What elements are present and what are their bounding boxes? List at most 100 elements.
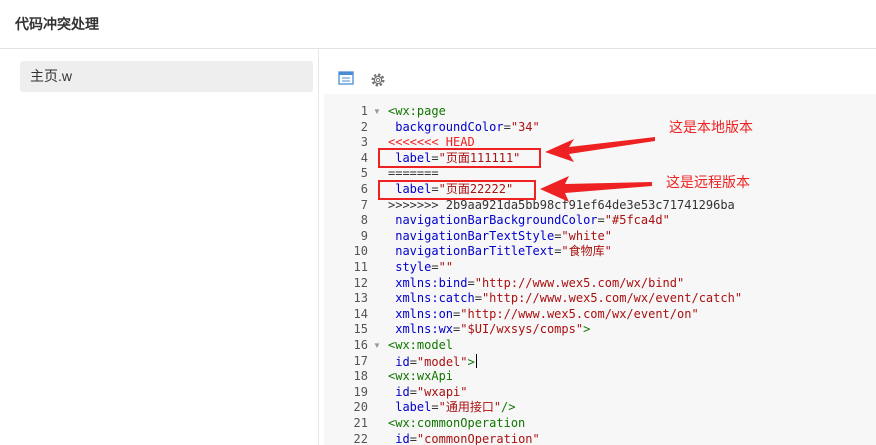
code-token: /> bbox=[501, 400, 516, 415]
code-token: "34" bbox=[510, 119, 540, 134]
code-line: 18 <wx:wxApi bbox=[324, 369, 876, 385]
code-token: > bbox=[583, 322, 591, 337]
code-text: id="wxapi" bbox=[388, 384, 467, 401]
code-token: label bbox=[395, 182, 432, 196]
code-token: > bbox=[467, 354, 475, 369]
code-token: = bbox=[431, 400, 439, 415]
code-line: 16 ▼ <wx:model bbox=[324, 338, 876, 354]
code-token: = bbox=[474, 291, 482, 306]
code-token: = bbox=[431, 260, 439, 274]
code-line: 20 label="通用接口"/> bbox=[324, 400, 876, 416]
line-number: 15 bbox=[353, 322, 368, 337]
code-text: label="页面22222" bbox=[388, 182, 513, 198]
code-text: id="commonOperation" bbox=[388, 432, 540, 445]
code-line: 15 xmlns:wx="$UI/wxsys/comps"> bbox=[324, 322, 876, 338]
code-line: 7 >>>>>>> 2b9aa921da5bb98cf91ef64de3e53c7… bbox=[324, 198, 876, 214]
layout-icon[interactable] bbox=[338, 70, 354, 86]
code-token: navigationBarBackgroundColor bbox=[395, 213, 598, 228]
code-text: label="通用接口"/> bbox=[388, 400, 516, 416]
code-token: id bbox=[395, 384, 410, 399]
line-number: 13 bbox=[353, 291, 368, 306]
line-number: 22 bbox=[353, 431, 368, 445]
code-text: xmlns:on="http://www.wex5.com/wx/event/o… bbox=[388, 306, 699, 323]
code-token: xmlns:wx bbox=[395, 322, 454, 337]
code-token: xmlns:on bbox=[395, 306, 454, 321]
code-line: 1 ▼ <wx:page bbox=[324, 104, 876, 120]
code-line: 6 label="页面22222" bbox=[324, 182, 876, 198]
code-line: 8 navigationBarBackgroundColor="#5fca4d" bbox=[324, 213, 876, 229]
line-number: 11 bbox=[353, 260, 368, 274]
line-number: 21 bbox=[353, 416, 368, 430]
code-token: "页面22222" bbox=[438, 182, 514, 196]
code-token: "" bbox=[438, 260, 454, 274]
code-token: = bbox=[431, 182, 439, 196]
code-token: ======= bbox=[388, 166, 439, 181]
remote-version-label: 这是远程版本 bbox=[666, 174, 750, 190]
code-line: 21 <wx:commonOperation bbox=[324, 416, 876, 432]
code-token: = bbox=[503, 119, 511, 134]
code-token: "通用接口" bbox=[438, 400, 502, 415]
code-text: label="页面111111" bbox=[388, 151, 520, 167]
line-number: 19 bbox=[353, 384, 368, 399]
code-token: label bbox=[395, 150, 432, 165]
line-number: 20 bbox=[353, 400, 368, 415]
code-token: = bbox=[431, 150, 439, 165]
fold-toggle-icon[interactable]: ▼ bbox=[373, 104, 381, 120]
code-token: <wx:page bbox=[388, 104, 446, 118]
line-number: 10 bbox=[353, 244, 368, 259]
code-token: <wx:commonOperation bbox=[388, 416, 526, 430]
code-text: ======= bbox=[388, 166, 439, 182]
code-token: xmlns:catch bbox=[395, 291, 475, 306]
file-list-item[interactable]: 主页.w bbox=[20, 61, 313, 92]
code-line: 11 style="" bbox=[324, 260, 876, 276]
code-line: 22 id="commonOperation" bbox=[324, 432, 876, 445]
code-token: "食物库" bbox=[561, 244, 612, 259]
code-text: navigationBarTextStyle="white" bbox=[388, 229, 612, 245]
code-text: navigationBarTitleText="食物库" bbox=[388, 244, 612, 260]
code-line: 3 <<<<<<< HEAD bbox=[324, 135, 876, 151]
code-token: <<<<<<< HEAD bbox=[388, 135, 475, 150]
code-token: id bbox=[395, 431, 410, 445]
code-line: 2 backgroundColor="34" bbox=[324, 120, 876, 136]
code-token: "$UI/wxsys/comps" bbox=[460, 322, 584, 337]
line-number: 8 bbox=[360, 213, 368, 228]
code-token: <wx:model bbox=[388, 338, 454, 352]
code-line: 10 navigationBarTitleText="食物库" bbox=[324, 244, 876, 260]
code-text: xmlns:catch="http://www.wex5.com/wx/even… bbox=[388, 291, 742, 307]
code-line: 9 navigationBarTextStyle="white" bbox=[324, 229, 876, 245]
code-text: <wx:wxApi bbox=[388, 369, 453, 385]
code-text: style="" bbox=[388, 260, 453, 276]
code-token: "#5fca4d" bbox=[604, 213, 670, 228]
code-token: label bbox=[395, 400, 432, 415]
code-line: 19 id="wxapi" bbox=[324, 385, 876, 401]
code-token: "white" bbox=[561, 228, 612, 243]
code-text: <wx:page bbox=[388, 104, 446, 120]
line-number: 14 bbox=[353, 306, 368, 321]
file-list-pane: 主页.w bbox=[0, 49, 319, 445]
dialog-title: 代码冲突处理 bbox=[15, 16, 99, 32]
code-token: id bbox=[395, 354, 410, 369]
code-token: = bbox=[409, 384, 417, 399]
gear-icon[interactable] bbox=[370, 72, 386, 88]
fold-toggle-icon[interactable]: ▼ bbox=[373, 338, 381, 354]
code-text: <<<<<<< HEAD bbox=[388, 135, 475, 151]
code-token: navigationBarTitleText bbox=[395, 244, 555, 259]
code-token: = bbox=[409, 431, 417, 445]
code-editor[interactable]: 1 ▼ <wx:page 2 backgroundColor="34" 3 <<<<<<<… bbox=[324, 94, 876, 445]
code-text: backgroundColor="34" bbox=[388, 120, 540, 136]
code-token: "http://www.wex5.com/wx/event/on" bbox=[460, 306, 699, 321]
code-token: "http://www.wex5.com/wx/bind" bbox=[474, 275, 685, 290]
line-number: 6 bbox=[360, 182, 368, 196]
code-text: xmlns:wx="$UI/wxsys/comps"> bbox=[388, 322, 590, 338]
code-line: 5 ======= bbox=[324, 166, 876, 182]
code-text: <wx:model bbox=[388, 338, 453, 354]
line-number: 3 bbox=[360, 135, 368, 150]
code-token: "页面111111" bbox=[438, 150, 521, 165]
code-token: xmlns:bind bbox=[395, 275, 468, 290]
code-token: <wx:wxApi bbox=[388, 369, 454, 384]
code-line: 13 xmlns:catch="http://www.wex5.com/wx/e… bbox=[324, 291, 876, 307]
code-token: = bbox=[467, 275, 475, 290]
line-number: 12 bbox=[353, 275, 368, 290]
dialog-header: 代码冲突处理 bbox=[0, 0, 876, 49]
code-line: 4 label="页面111111" bbox=[324, 151, 876, 167]
